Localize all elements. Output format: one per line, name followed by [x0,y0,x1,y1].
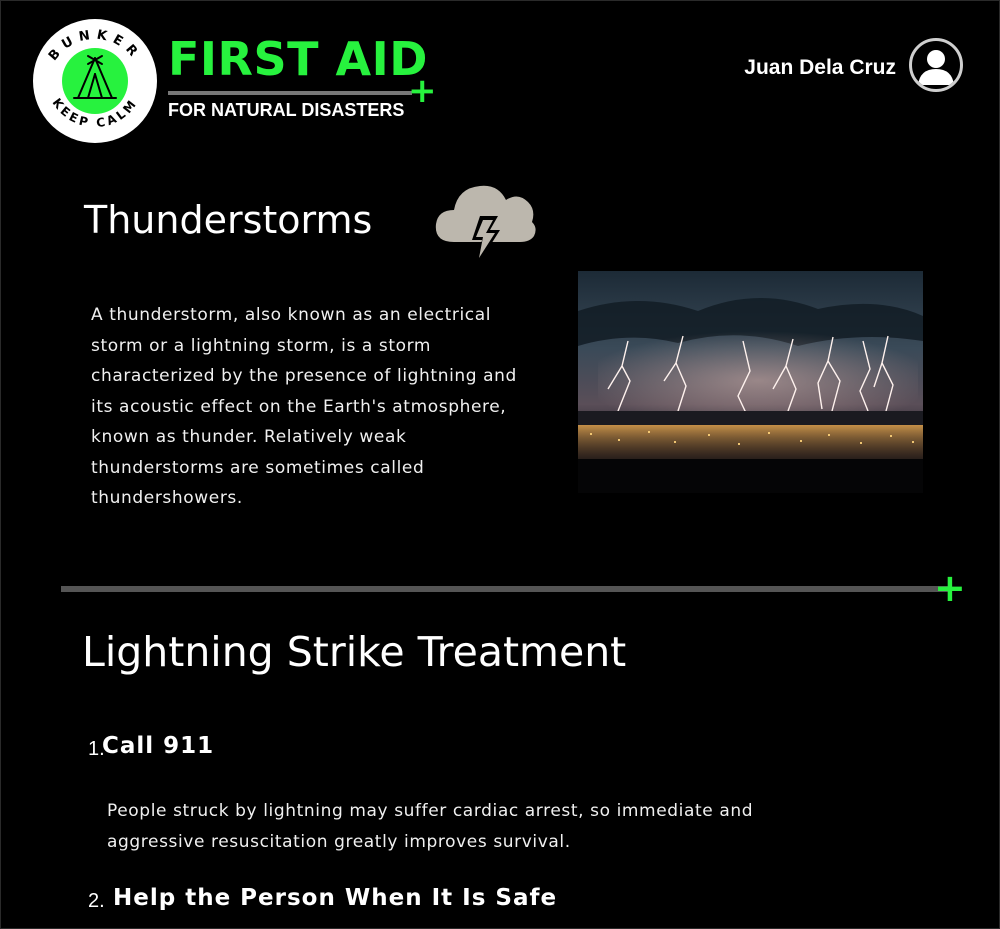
lightning-storm-photo [578,271,923,493]
brand-underline [168,91,412,95]
step-1-title: Call 911 [102,733,215,759]
user-icon [918,50,954,85]
step-1-description: People struck by lightning may suffer ca… [107,801,754,852]
user-name[interactable]: Juan Dela Cruz [744,56,896,80]
section-divider [61,586,949,592]
brand-subtitle: FOR NATURAL DISASTERS [168,100,405,120]
user-avatar[interactable] [909,38,963,92]
divider-plus-icon: + [934,566,966,610]
brand-plus-icon: + [408,71,437,111]
thunderstorm-description: A thunderstorm, also known as an electri… [91,305,517,508]
step-2-title: Help the Person When It Is Safe [113,885,558,911]
step-2-number: 2. [88,890,105,912]
bunker-logo[interactable]: BUNKER KEEP CALM [30,16,160,146]
section-title-thunderstorms: Thunderstorms [84,198,373,242]
thunderstorm-icon [435,185,536,268]
brand-title: FIRST AID [168,32,428,86]
section-title-lightning-treatment: Lightning Strike Treatment [82,628,627,676]
